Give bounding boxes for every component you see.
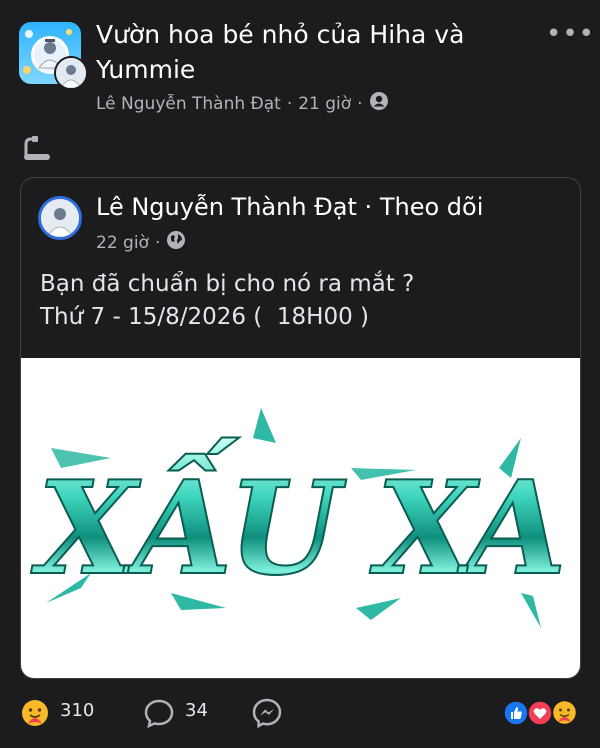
meta-separator: · <box>357 93 363 114</box>
love-reaction-icon[interactable] <box>527 700 553 730</box>
meta-separator: · <box>286 93 293 114</box>
meta-separator: · <box>154 232 161 253</box>
shared-post-text: Bạn đã chuẩn bị cho nó ra mắt ? Thứ 7 - … <box>40 268 414 334</box>
shared-text-line1: Bạn đã chuẩn bị cho nó ra mắt ? <box>40 271 415 297</box>
shared-author-name[interactable]: Lê Nguyễn Thành Đạt <box>96 193 357 221</box>
comment-icon[interactable] <box>143 697 175 733</box>
comments-count[interactable]: 34 <box>185 700 208 721</box>
follow-link[interactable]: Theo dõi <box>380 193 484 221</box>
author-avatar[interactable] <box>54 56 88 90</box>
globe-icon <box>166 230 186 255</box>
post-footer: 310 34 <box>0 692 600 736</box>
image-title-text: XẤU XA <box>31 438 563 604</box>
post-author[interactable]: Lê Nguyễn Thành Đạt <box>96 94 281 114</box>
post-time[interactable]: 21 giờ <box>298 94 351 114</box>
privacy-icon <box>369 91 389 116</box>
share-glyph-icon <box>20 134 54 164</box>
more-options-button[interactable]: ••• <box>546 21 594 50</box>
shared-header: Lê Nguyễn Thành Đạt · Theo dõi <box>96 190 483 224</box>
reactions-count[interactable]: 310 <box>60 700 94 721</box>
shared-post-image[interactable]: XẤU XA <box>21 358 580 678</box>
group-name[interactable]: Vườn hoa bé nhỏ của Hiha và Yummie <box>96 17 516 87</box>
like-reaction-icon[interactable] <box>503 700 529 730</box>
care-reaction-icon[interactable] <box>20 698 50 732</box>
shared-post-card[interactable]: Lê Nguyễn Thành Đạt · Theo dõi 22 giờ · … <box>20 177 581 679</box>
care-reaction-icon[interactable] <box>551 699 578 730</box>
shared-meta: 22 giờ · <box>96 230 186 255</box>
shared-time[interactable]: 22 giờ <box>96 233 149 253</box>
header-separator: · <box>364 193 373 221</box>
shared-text-line2: Thứ 7 - 15/8/2026 ( 18H00 ) <box>40 304 370 330</box>
post-meta: Lê Nguyễn Thành Đạt · 21 giờ · <box>96 91 389 116</box>
shared-author-avatar[interactable] <box>38 196 82 240</box>
messenger-icon[interactable] <box>251 697 283 733</box>
